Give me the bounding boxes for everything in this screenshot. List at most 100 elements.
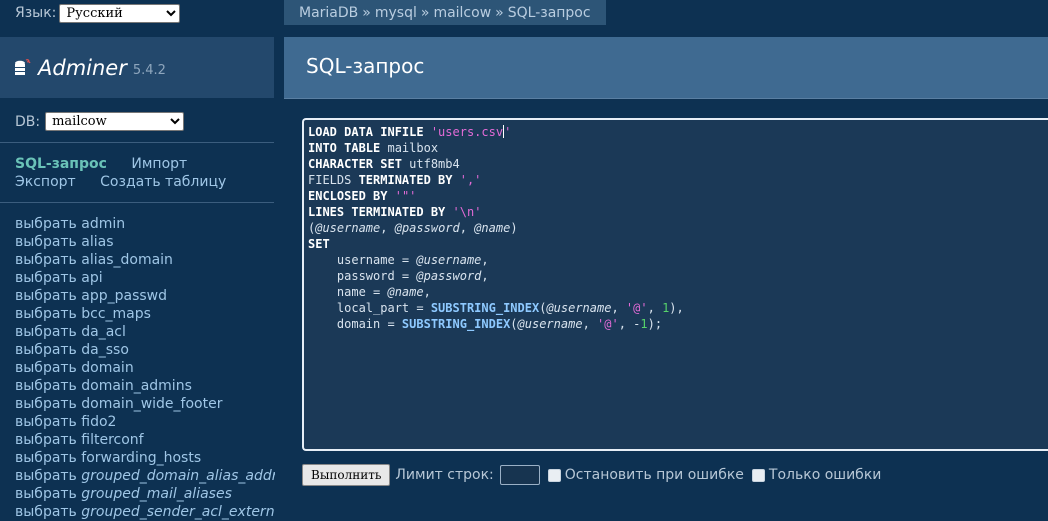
table-name-link[interactable]: grouped_sender_acl_external [81, 504, 275, 520]
table-name-link[interactable]: grouped_mail_aliases [81, 486, 232, 502]
sql-token: @name [387, 285, 424, 299]
stop-on-error-option[interactable]: Остановить при ошибке [547, 467, 744, 483]
link-export[interactable]: Экспорт [15, 174, 76, 190]
select-table-link[interactable]: выбрать [15, 504, 77, 520]
table-name-link[interactable]: domain_admins [81, 378, 192, 394]
sql-token: INTO TABLE [308, 141, 381, 155]
language-row: Язык: Русский [15, 3, 181, 23]
table-link[interactable]: выбрать grouped_sender_acl_external [15, 503, 275, 521]
link-sql-query[interactable]: SQL-запрос [15, 156, 107, 172]
stop-on-error-label: Остановить при ошибке [564, 467, 744, 483]
select-table-link[interactable]: выбрать [15, 270, 77, 286]
table-link[interactable]: выбрать grouped_mail_aliases [15, 485, 275, 503]
only-errors-checkbox[interactable] [751, 468, 765, 482]
language-label: Язык: [15, 5, 57, 21]
table-link[interactable]: выбрать admin [15, 215, 275, 233]
table-name-link[interactable]: da_sso [81, 342, 129, 358]
divider [284, 98, 1048, 99]
sql-token: 'users.csv [430, 125, 504, 139]
select-table-link[interactable]: выбрать [15, 450, 77, 466]
sql-token: domain = [308, 317, 402, 331]
table-link[interactable]: выбрать alias [15, 233, 275, 251]
table-name-link[interactable]: api [81, 270, 102, 286]
sql-line: name = @name, [308, 284, 1044, 300]
sql-token: @username [546, 301, 612, 315]
table-link[interactable]: выбрать fido2 [15, 413, 275, 431]
select-table-link[interactable]: выбрать [15, 288, 77, 304]
only-errors-option[interactable]: Только ошибки [751, 467, 881, 483]
sql-token: @password [416, 269, 482, 283]
select-table-link[interactable]: выбрать [15, 378, 77, 394]
table-link[interactable]: выбрать grouped_domain_alias_address [15, 467, 275, 485]
breadcrumb-separator: » [495, 4, 504, 21]
table-link[interactable]: выбрать da_acl [15, 323, 275, 341]
select-table-link[interactable]: выбрать [15, 468, 77, 484]
table-link[interactable]: выбрать da_sso [15, 341, 275, 359]
sql-token: username = [308, 253, 417, 267]
execute-button[interactable]: Выполнить [302, 464, 391, 486]
table-name-link[interactable]: alias_domain [81, 252, 173, 268]
table-link[interactable]: выбрать bcc_maps [15, 305, 275, 323]
table-link[interactable]: выбрать domain_admins [15, 377, 275, 395]
table-link[interactable]: выбрать filterconf [15, 431, 275, 449]
table-name-link[interactable]: admin [81, 216, 125, 232]
link-create-table[interactable]: Создать таблицу [100, 174, 226, 190]
sql-line: domain = SUBSTRING_INDEX(@username, '@',… [308, 316, 1044, 332]
language-select[interactable]: Русский [59, 3, 181, 23]
table-link[interactable]: выбрать api [15, 269, 275, 287]
table-name-link[interactable]: forwarding_hosts [81, 450, 201, 466]
select-table-link[interactable]: выбрать [15, 342, 77, 358]
sql-token: '@' [625, 301, 648, 315]
table-name-link[interactable]: alias [81, 234, 113, 250]
select-table-link[interactable]: выбрать [15, 252, 77, 268]
select-table-link[interactable]: выбрать [15, 414, 77, 430]
table-name-link[interactable]: bcc_maps [81, 306, 151, 322]
breadcrumb-current: SQL-запрос [507, 4, 591, 21]
sql-line: SET [308, 236, 1044, 252]
link-import[interactable]: Импорт [131, 156, 187, 172]
sql-line: ENCLOSED BY '"' [308, 188, 1044, 204]
logo-header: Adminer 5.4.2 [0, 37, 274, 98]
table-link[interactable]: выбрать domain_wide_footer [15, 395, 275, 413]
sql-line: FIELDS TERMINATED BY ',' [308, 172, 1044, 188]
select-table-link[interactable]: выбрать [15, 306, 77, 322]
breadcrumb-link[interactable]: MariaDB [299, 5, 358, 21]
sql-token: , [423, 285, 431, 299]
sql-token: CHARACTER SET [308, 157, 402, 171]
sql-token: , [481, 253, 489, 267]
table-link[interactable]: выбрать forwarding_hosts [15, 449, 275, 467]
limit-label: Лимит строк: [395, 467, 494, 483]
stop-on-error-checkbox[interactable] [547, 468, 561, 482]
table-link[interactable]: выбрать alias_domain [15, 251, 275, 269]
breadcrumb-link[interactable]: mailcow [433, 5, 491, 21]
select-table-link[interactable]: выбрать [15, 234, 77, 250]
table-link[interactable]: выбрать app_passwd [15, 287, 275, 305]
select-table-link[interactable]: выбрать [15, 396, 77, 412]
sql-token: SUBSTRING_INDEX [430, 301, 540, 315]
table-name-link[interactable]: domain [81, 360, 133, 376]
sql-token: ), [669, 301, 684, 315]
app-name[interactable]: Adminer [38, 56, 127, 80]
select-table-link[interactable]: выбрать [15, 432, 77, 448]
sql-token: mailbox [380, 141, 439, 155]
sql-token: password = [308, 269, 417, 283]
table-link[interactable]: выбрать domain [15, 359, 275, 377]
table-name-link[interactable]: domain_wide_footer [81, 396, 222, 412]
sql-token: ) [510, 221, 518, 235]
select-table-link[interactable]: выбрать [15, 486, 77, 502]
table-name-link[interactable]: da_acl [81, 324, 126, 340]
limit-input[interactable] [499, 465, 540, 485]
sql-line: LINES TERMINATED BY '\n' [308, 204, 1044, 220]
table-name-link[interactable]: app_passwd [81, 288, 167, 304]
nav-row: Экспорт Создать таблицу [15, 173, 275, 191]
breadcrumb-link[interactable]: mysql [375, 5, 417, 21]
select-table-link[interactable]: выбрать [15, 324, 77, 340]
table-name-link[interactable]: fido2 [81, 414, 116, 430]
sql-line: password = @password, [308, 268, 1044, 284]
table-name-link[interactable]: filterconf [81, 432, 143, 448]
db-select[interactable]: mailcow [45, 112, 185, 131]
table-name-link[interactable]: grouped_domain_alias_address [81, 468, 275, 484]
sql-editor[interactable]: LOAD DATA INFILE 'users.csv' INTO TABLE m… [302, 118, 1048, 451]
select-table-link[interactable]: выбрать [15, 360, 77, 376]
select-table-link[interactable]: выбрать [15, 216, 77, 232]
